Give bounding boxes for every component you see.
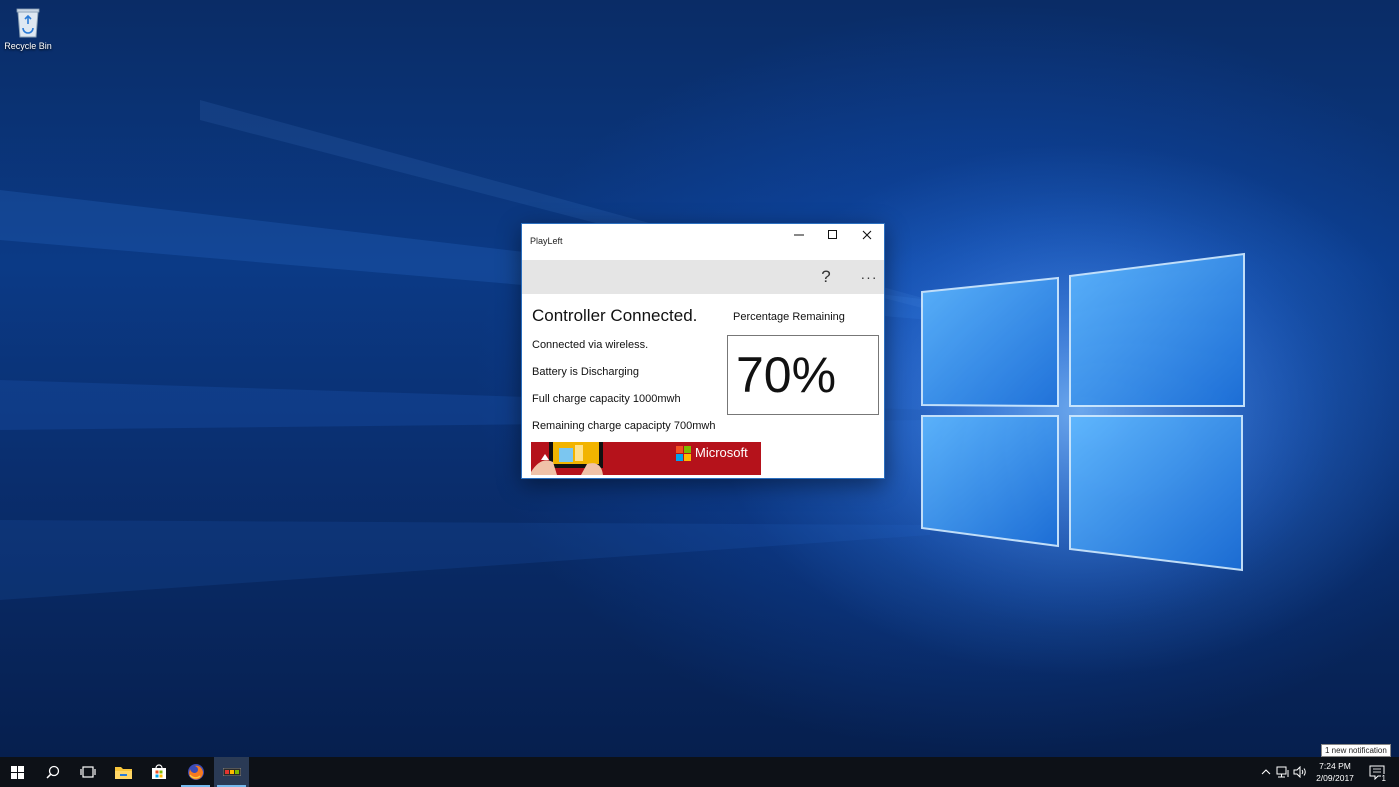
recycle-bin-icon [15,6,41,38]
task-view-icon [79,766,96,778]
battery-status-text: Battery is Discharging [532,366,639,378]
minimize-icon [794,234,804,236]
file-explorer-button[interactable] [106,757,141,787]
action-center-button[interactable]: 1 [1369,764,1387,783]
playleft-window: PlayLeft ? ··· Controller Connected. Con… [521,223,885,479]
store-button[interactable] [141,757,176,787]
playleft-app-icon [222,768,241,776]
search-button[interactable] [35,757,70,787]
close-button[interactable] [850,224,884,246]
app-content: Controller Connected. Connected via wire… [522,294,884,478]
minimize-button[interactable] [782,224,816,246]
recycle-bin-shortcut[interactable]: Recycle Bin [2,4,54,56]
more-options-button[interactable]: ··· [856,266,882,288]
ad-brand-text: Microsoft [695,445,748,460]
window-title: PlayLeft [530,236,563,246]
notification-tooltip: 1 new notification [1321,744,1391,757]
connection-heading: Controller Connected. [532,306,698,325]
ad-illustration [531,442,603,475]
firefox-button[interactable] [178,757,213,787]
remaining-capacity-text: Remaining charge capacipty 700mwh [532,420,716,432]
search-icon [45,765,59,779]
clock-date: 2/09/2017 [1316,773,1354,783]
store-icon [151,764,166,779]
percentage-box: 70% [727,335,879,415]
playleft-button[interactable] [214,757,249,787]
start-button[interactable] [0,757,35,787]
folder-icon [115,767,132,779]
microsoft-logo-icon [676,446,691,461]
network-icon[interactable] [1276,765,1290,779]
clock-time: 7:24 PM [1319,761,1351,771]
chevron-up-icon[interactable] [1259,765,1273,779]
close-icon [862,230,872,240]
firefox-icon [187,764,204,780]
windows-logo-icon [11,765,24,779]
connection-type-text: Connected via wireless. [532,339,649,351]
volume-icon[interactable] [1293,765,1307,779]
percentage-value: 70% [736,347,837,403]
task-view-button[interactable] [70,757,105,787]
recycle-bin-label: Recycle Bin [4,41,52,51]
full-capacity-text: Full charge capacity 1000mwh [532,393,681,405]
taskbar-clock[interactable]: 7:24 PM 2/09/2017 [1310,760,1360,784]
maximize-button[interactable] [816,224,850,246]
help-button[interactable]: ? [814,266,838,288]
taskbar: 7:24 PM 2/09/2017 1 [0,757,1399,787]
ad-banner[interactable]: Microsoft [531,442,761,475]
app-command-bar: ? ··· [522,260,884,294]
title-bar[interactable]: PlayLeft [522,224,884,260]
maximize-icon [828,230,837,239]
notification-count-badge: 1 [1380,774,1387,783]
percentage-label: Percentage Remaining [733,311,845,323]
